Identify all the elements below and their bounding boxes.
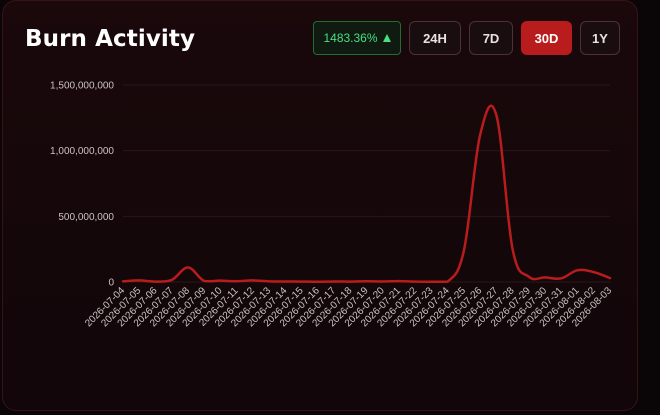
y-axis: 0 500,000,000 1,000,000,000 1,500,000,000 (50, 81, 114, 289)
series-layer (121, 104, 612, 284)
grid-layer (123, 84, 610, 283)
x-axis: 2026-07-042026-07-052026-07-062026-07-07… (83, 285, 614, 329)
burn-series-line (121, 104, 612, 284)
y-tick-label: 500,000,000 (58, 212, 114, 223)
y-tick-label: 1,500,000,000 (50, 81, 114, 92)
y-tick-label: 1,000,000,000 (50, 146, 114, 157)
y-tick-label: 0 (108, 278, 114, 289)
burn-line-chart: 0 500,000,000 1,000,000,000 1,500,000,000 2… (50, 81, 614, 330)
